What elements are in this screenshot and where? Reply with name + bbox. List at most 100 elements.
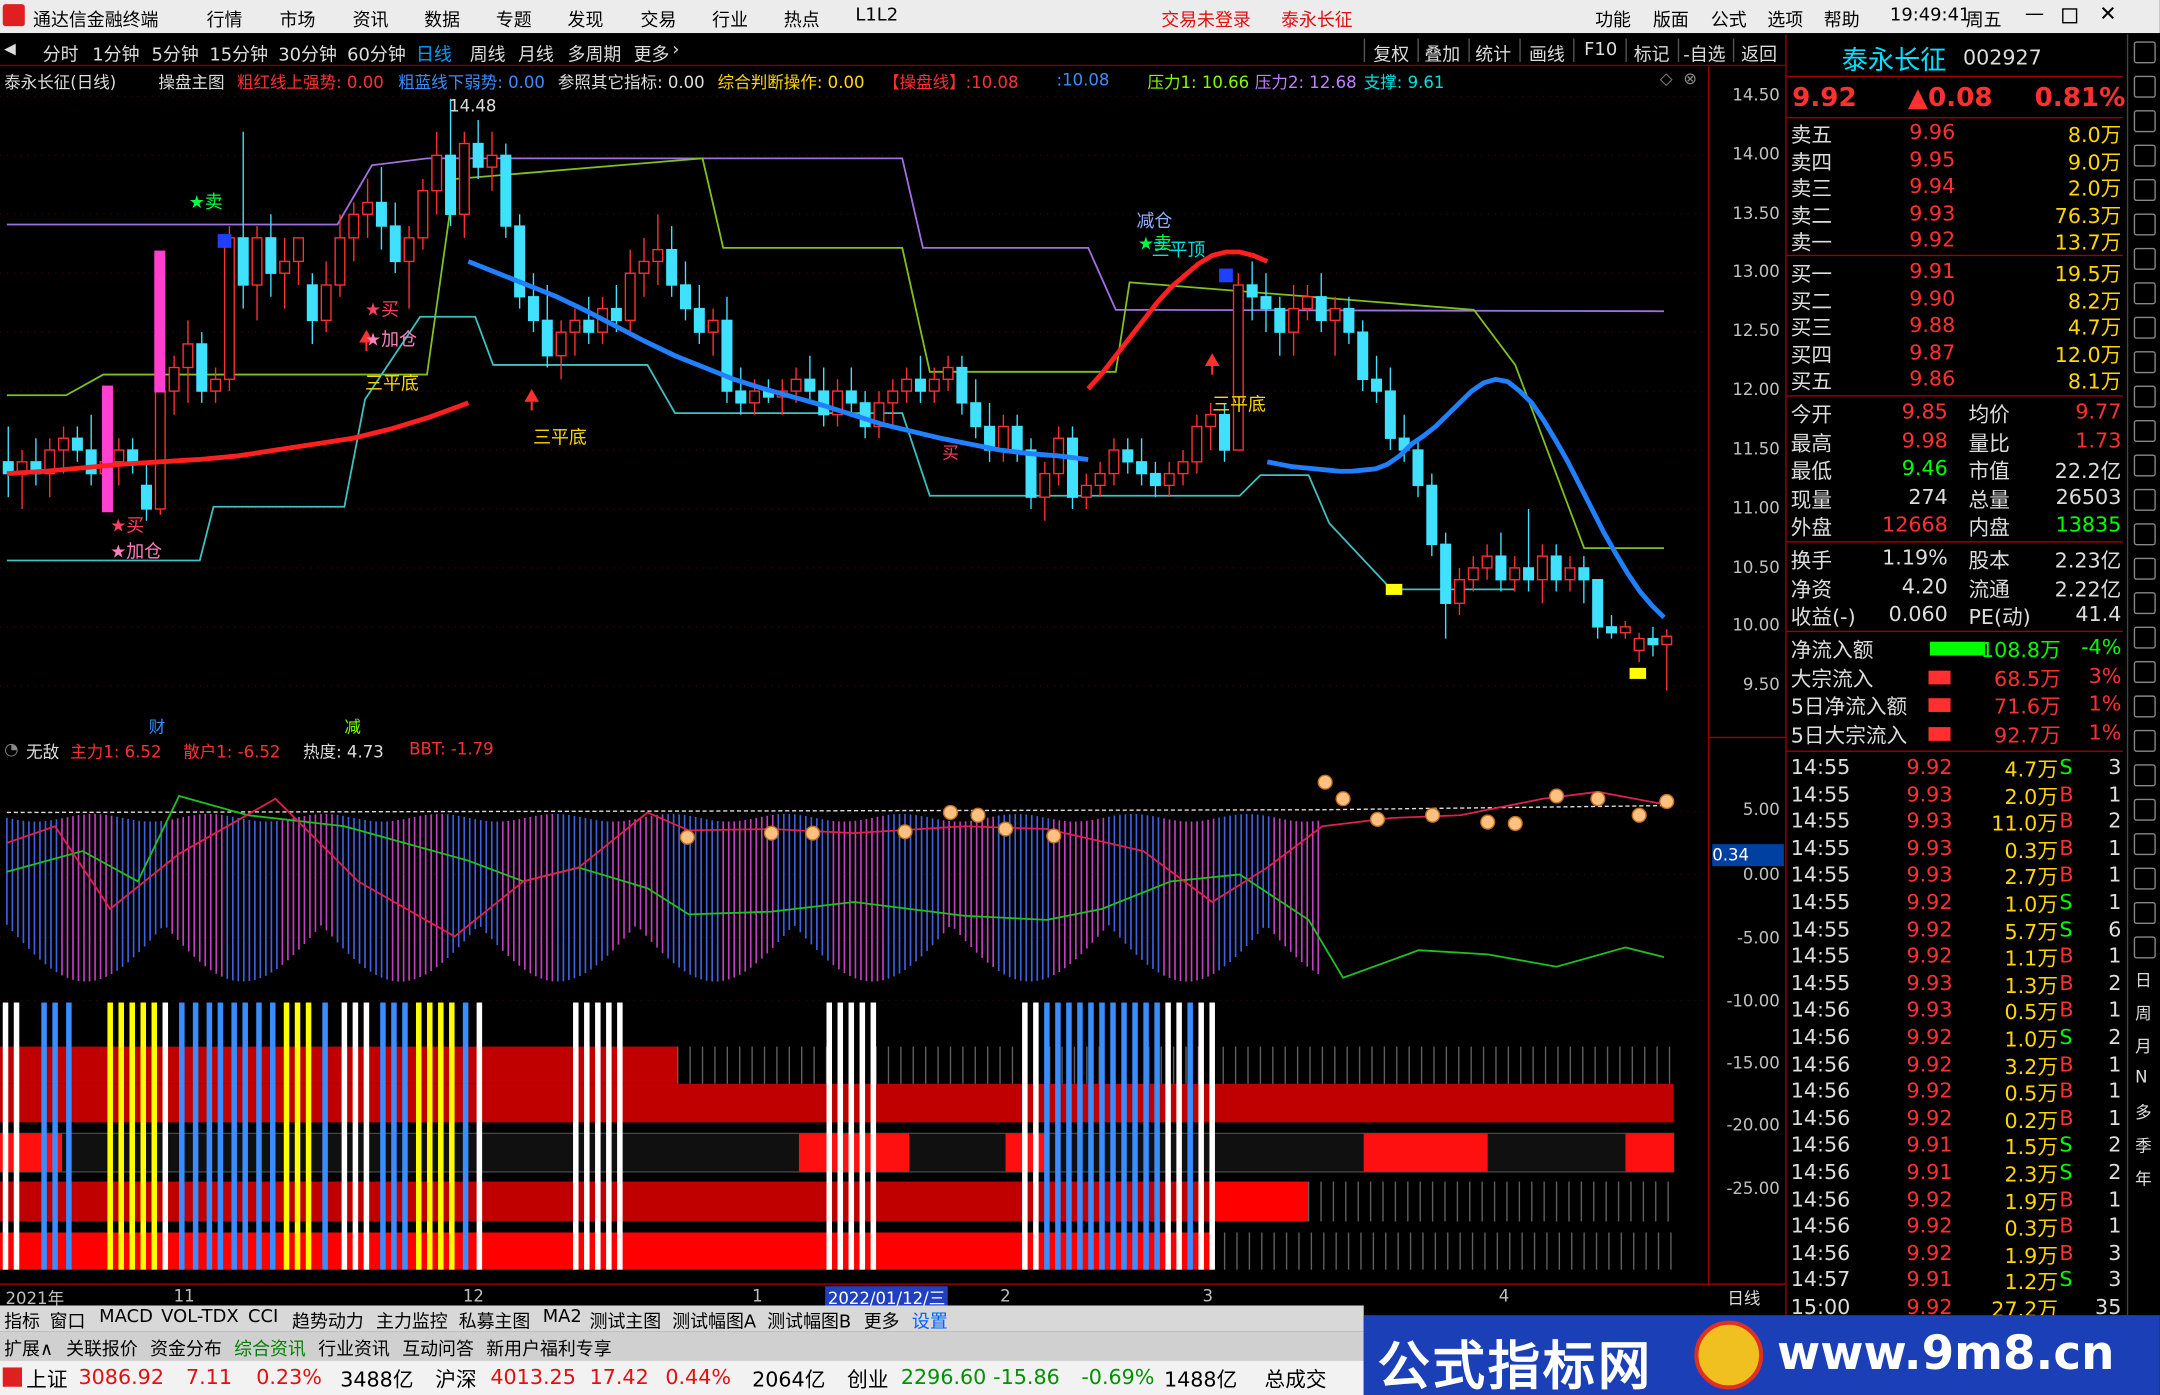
indicator-tab[interactable]: VOL-TDX [161, 1307, 239, 1328]
menu-bangzhu[interactable]: 帮助 [1824, 6, 1860, 32]
tab-30min[interactable]: 30分钟 [278, 40, 337, 66]
close-formula-icon[interactable]: ⊗ [1683, 69, 1697, 88]
sidebar-tool-icon[interactable] [2133, 695, 2156, 718]
indicator-settings-icon[interactable]: ◔ [4, 740, 18, 759]
btn-fanhui[interactable]: 返回 [1741, 40, 1777, 66]
indicator-tab[interactable]: CCI [248, 1307, 278, 1328]
sidebar-tool-icon[interactable] [2133, 179, 2156, 202]
menu-gongshi[interactable]: 公式 [1711, 6, 1747, 32]
tab-60min[interactable]: 60分钟 [347, 40, 406, 66]
sidebar-tool-icon[interactable] [2133, 247, 2156, 270]
extension-tab[interactable]: 资金分布 [150, 1334, 222, 1361]
sidebar-tool-icon[interactable] [2133, 75, 2156, 98]
btn-f10[interactable]: F10 [1584, 40, 1617, 61]
extension-tab[interactable]: 综合资讯 [234, 1334, 306, 1361]
extension-tab[interactable]: 新用户福利专享 [486, 1334, 611, 1361]
extension-tab[interactable]: 互动问答 [402, 1334, 474, 1361]
extension-tab[interactable]: 扩展∧ [4, 1334, 53, 1361]
indicator-chart[interactable] [0, 762, 1709, 1284]
indicator-name[interactable]: 无敌 [26, 740, 59, 763]
sidebar-tool-icon[interactable] [2133, 902, 2156, 925]
sidebar-tool-icon[interactable] [2133, 144, 2156, 167]
restore-icon[interactable] [2062, 8, 2078, 24]
sidebar-tool-icon[interactable] [2133, 798, 2156, 821]
sidebar-tool-icon[interactable] [2133, 282, 2156, 305]
sidebar-tool-icon[interactable] [2133, 213, 2156, 236]
sidebar-tool-icon[interactable] [2133, 110, 2156, 133]
indicator-tab[interactable]: 窗口 [50, 1307, 86, 1333]
menu-redian[interactable]: 热点 [784, 6, 820, 32]
extension-tab[interactable]: 关联报价 [66, 1334, 138, 1361]
indicator-tab[interactable]: 测试幅图B [767, 1307, 851, 1333]
menu-l1l2[interactable]: L1L2 [855, 6, 898, 27]
sidebar-quarter[interactable]: 季 [2135, 1133, 2152, 1156]
menu-zixun[interactable]: 资讯 [353, 6, 389, 32]
sidebar-tool-icon[interactable] [2133, 488, 2156, 511]
menu-shuju[interactable]: 数据 [424, 6, 460, 32]
sidebar-tool-icon[interactable] [2133, 764, 2156, 787]
indicator-tab[interactable]: MA2 [543, 1307, 582, 1328]
sidebar-tool-icon[interactable] [2133, 385, 2156, 408]
sidebar-tool-icon[interactable] [2133, 936, 2156, 959]
sidebar-tool-icon[interactable] [2133, 523, 2156, 546]
menu-shichang[interactable]: 市场 [280, 6, 316, 32]
menu-hangye[interactable]: 行业 [712, 6, 748, 32]
indicator-tab[interactable]: 指标 [4, 1307, 40, 1333]
sidebar-tool-icon[interactable] [2133, 626, 2156, 649]
extension-tab[interactable]: 行业资讯 [318, 1334, 390, 1361]
sidebar-tool-icon[interactable] [2133, 316, 2156, 339]
chevron-right-icon[interactable]: › [672, 40, 679, 61]
tab-daily[interactable]: 日线 [416, 40, 452, 66]
cy-label[interactable]: 创业 [847, 1365, 888, 1394]
sidebar-tool-icon[interactable] [2133, 41, 2156, 64]
menu-jiaoyi[interactable]: 交易 [641, 6, 677, 32]
tab-1min[interactable]: 1分钟 [92, 40, 139, 66]
indicator-tab[interactable]: 测试幅图A [672, 1307, 756, 1333]
close-icon[interactable]: ✕ [2099, 1, 2116, 26]
sh-label[interactable]: 上证 [26, 1365, 67, 1394]
btn-zixuan[interactable]: -自选 [1683, 40, 1725, 66]
indicator-tab[interactable]: 私募主图 [459, 1307, 531, 1333]
sidebar-day[interactable]: 日 [2135, 968, 2152, 991]
sidebar-tool-icon[interactable] [2133, 351, 2156, 374]
sidebar-multi[interactable]: 多 [2135, 1100, 2152, 1123]
collapse-icon[interactable]: ◀ [4, 40, 16, 58]
sidebar-tool-icon[interactable] [2133, 833, 2156, 856]
menu-gongneng[interactable]: 功能 [1595, 6, 1631, 32]
btn-tongji[interactable]: 统计 [1475, 40, 1511, 66]
tab-15min[interactable]: 15分钟 [209, 40, 268, 66]
indicator-tab[interactable]: MACD [99, 1307, 153, 1328]
formula-name[interactable]: 操盘主图 [158, 70, 224, 93]
sidebar-month[interactable]: 月 [2135, 1034, 2152, 1057]
sidebar-week[interactable]: 周 [2135, 1001, 2152, 1024]
price-chart[interactable] [0, 94, 1709, 737]
menu-zhuanti[interactable]: 专题 [496, 6, 532, 32]
tab-multiperiod[interactable]: 多周期 [568, 40, 622, 66]
sidebar-tool-icon[interactable] [2133, 729, 2156, 752]
menu-xuanxiang[interactable]: 选项 [1767, 6, 1803, 32]
sz-label[interactable]: 沪深 [435, 1365, 476, 1394]
btn-diejia[interactable]: 叠加 [1424, 40, 1460, 66]
btn-fuquan[interactable]: 复权 [1373, 40, 1409, 66]
indicator-tab[interactable]: 主力监控 [376, 1307, 448, 1333]
sidebar-tool-icon[interactable] [2133, 867, 2156, 890]
menu-faxian[interactable]: 发现 [568, 6, 604, 32]
btn-biaoji[interactable]: 标记 [1634, 40, 1670, 66]
btn-huaxian[interactable]: 画线 [1529, 40, 1565, 66]
menu-hangqing[interactable]: 行情 [207, 6, 243, 32]
sidebar-tool-icon[interactable] [2133, 557, 2156, 580]
indicator-tab[interactable]: 测试主图 [590, 1307, 662, 1333]
tab-weekly[interactable]: 周线 [470, 40, 506, 66]
tab-fenshi[interactable]: 分时 [43, 40, 79, 66]
indicator-tab[interactable]: 更多 [864, 1307, 900, 1333]
login-status[interactable]: 交易未登录 [1161, 6, 1251, 32]
menu-banmian[interactable]: 版面 [1653, 6, 1689, 32]
sidebar-tool-icon[interactable] [2133, 661, 2156, 684]
indicator-tab[interactable]: 趋势动力 [292, 1307, 364, 1333]
tab-5min[interactable]: 5分钟 [152, 40, 199, 66]
sidebar-tool-icon[interactable] [2133, 454, 2156, 477]
diamond-icon[interactable]: ◇ [1660, 69, 1673, 88]
sidebar-year[interactable]: 年 [2135, 1166, 2152, 1189]
sidebar-tool-icon[interactable] [2133, 420, 2156, 443]
minimize-icon[interactable]: — [2025, 3, 2044, 25]
